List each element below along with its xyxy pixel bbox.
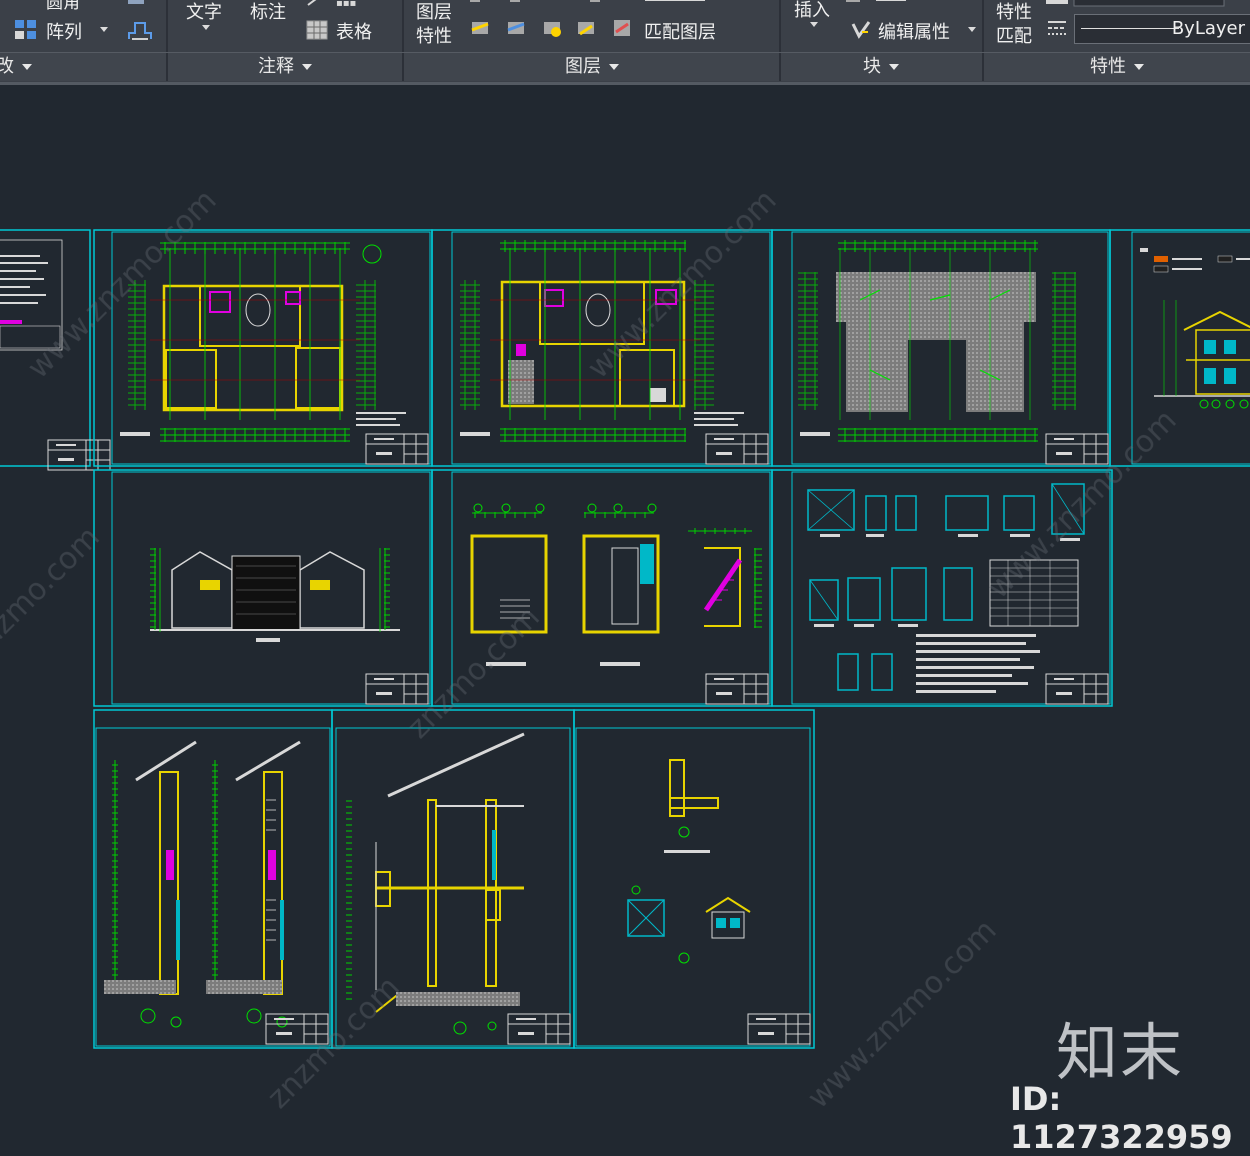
layer-match-icon [614, 20, 630, 36]
dimension-button[interactable]: 标注 [250, 0, 286, 24]
sheet-section [93, 469, 433, 707]
layer-off-icon [471, 22, 489, 34]
table-icon [306, 20, 328, 40]
layer-properties-line2[interactable]: 特性 [416, 22, 452, 48]
watermark-id: ID: 1127322959 [1010, 1080, 1233, 1156]
modify-top-icon[interactable] [126, 0, 148, 8]
svg-text:znzmo.com: znzmo.com [0, 520, 107, 666]
match-properties-line1[interactable]: 特性 [996, 0, 1032, 24]
svg-text:www.znzmo.com: www.znzmo.com [801, 913, 1004, 1116]
text-dropdown-icon[interactable] [202, 25, 210, 30]
svg-text:▪▪▪: ▪▪▪ [336, 0, 356, 9]
array-icon [15, 20, 36, 39]
svg-text:znzmo.com: znzmo.com [401, 600, 547, 746]
sheet-details-4-5 [573, 709, 815, 1049]
table-label: 表格 [336, 22, 372, 43]
chevron-down-icon [968, 27, 976, 32]
text-button[interactable]: 文字 [186, 0, 222, 24]
layer-freeze-icon [544, 22, 561, 37]
ribbon-toolbar: 圆角 阵列 文字 标注 ▪▪▪ 表格 图层 特性 匹配图层 插入 编辑属性 特性… [0, 0, 1250, 85]
leader-icon[interactable]: ▪▪▪ [306, 0, 366, 9]
block-top-icon[interactable] [846, 0, 916, 6]
svg-text:www.znzmo.com: www.znzmo.com [581, 183, 784, 386]
panel-title-annotation[interactable]: 注释 [168, 53, 402, 81]
linetype-icon[interactable] [1046, 18, 1068, 40]
edit-attributes-label: 编辑属性 [878, 22, 950, 43]
chevron-down-icon [100, 27, 108, 32]
panel-title-layers[interactable]: 图层 [404, 53, 780, 81]
ribbon-panel-titles: 改 注释 图层 块 特性 [0, 52, 1250, 81]
sheet-wall-sections-1-2 [93, 709, 333, 1049]
color-top-icon[interactable] [1046, 0, 1226, 8]
fillet-button[interactable]: 圆角 [46, 0, 80, 13]
watermark-brand: 知末 [1056, 1016, 1185, 1089]
offset-icon[interactable] [126, 17, 154, 43]
edit-attributes-icon [851, 21, 871, 39]
cad-drawing-sheets: www.znzmo.com www.znzmo.com www.znzmo.co… [0, 183, 1250, 1116]
match-properties-line2[interactable]: 匹配 [996, 22, 1032, 48]
edit-attributes-button[interactable]: 编辑属性 [850, 18, 976, 43]
layer-properties-line1[interactable]: 图层 [416, 0, 452, 24]
panel-title-modify[interactable]: 改 [0, 53, 34, 81]
panel-title-block[interactable]: 块 [781, 53, 981, 81]
insert-button[interactable]: 插入 [794, 0, 830, 22]
table-button[interactable]: 表格 [306, 18, 376, 43]
layer-tools-icons[interactable] [468, 16, 638, 44]
insert-dropdown-icon[interactable] [810, 22, 818, 27]
sheet-roof-plan [771, 229, 1111, 467]
array-label: 阵列 [46, 22, 82, 43]
layer-isolate-icon [507, 22, 525, 34]
panel-title-properties[interactable]: 特性 [984, 53, 1250, 81]
linetype-value: ByLayer [1171, 18, 1245, 39]
drawing-canvas[interactable]: www.znzmo.com www.znzmo.com www.znzmo.co… [0, 85, 1250, 1138]
svg-text:www.znzmo.com: www.znzmo.com [21, 183, 224, 386]
match-layer-button[interactable]: 匹配图层 [644, 18, 716, 44]
linetype-dropdown[interactable]: ByLayer [1074, 14, 1250, 44]
layer-lock-icon [578, 22, 594, 36]
layer-top-icons[interactable] [470, 0, 710, 6]
